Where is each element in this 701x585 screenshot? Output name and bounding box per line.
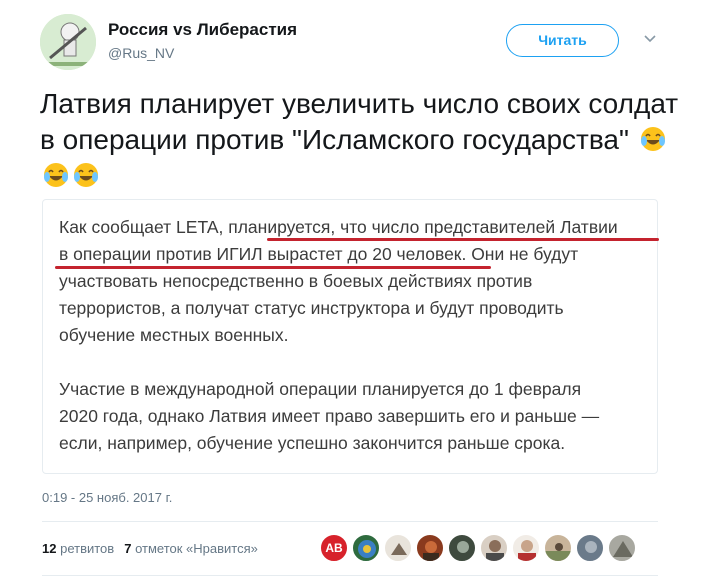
avatar-image-icon [457, 541, 469, 553]
likes-label: отметок «Нравится» [135, 541, 258, 556]
retweets-label: ретвитов [60, 541, 115, 556]
avatar-image-icon [585, 541, 597, 553]
red-underline [55, 266, 491, 269]
liker-avatar[interactable] [544, 534, 572, 562]
tweet-header: Россия vs Либерастия @Rus_NV Читать [40, 12, 680, 72]
quote-paragraph-1: Как сообщает LETA, планируется, что числ… [59, 214, 639, 349]
liker-avatar[interactable] [480, 534, 508, 562]
avatar-image-icon [545, 543, 571, 561]
avatar-image-icon [391, 543, 407, 555]
avatar-image-icon [40, 14, 96, 70]
quote-highlighted-text: планируется, что число представителей Ла… [228, 217, 618, 237]
tweet-timestamp[interactable]: 0:19 - 25 нояб. 2017 г. [42, 490, 172, 505]
quote-line: в операции против ИГИЛ вырастет до 20 че… [59, 241, 639, 268]
face-with-tears-of-joy-icon [640, 127, 665, 151]
likes-count: 7 [124, 541, 132, 556]
quote-paragraph-2: Участие в международной операции планиру… [59, 376, 639, 457]
tweet-stats: 12 ретвитов 7 отметок «Нравится» [42, 541, 258, 556]
quote-line: если, например, обучение успешно закончи… [59, 433, 566, 453]
divider [42, 521, 658, 522]
liker-avatar[interactable] [576, 534, 604, 562]
liker-avatar[interactable] [384, 534, 412, 562]
avatar-image-icon [358, 540, 376, 558]
avatar-image-icon [518, 540, 536, 561]
account-display-name[interactable]: Россия vs Либерастия [108, 20, 297, 40]
divider [42, 575, 658, 576]
account-handle[interactable]: @Rus_NV [108, 45, 297, 61]
quote-line: Как сообщает LETA, планируется, что числ… [59, 214, 639, 241]
quote-line: участвовать непосредственно в боевых дей… [59, 271, 533, 291]
tweet-text: Латвия планирует увеличить число своих с… [40, 86, 680, 194]
quote-line: террористов, а получат статус инструктор… [59, 298, 564, 318]
account-avatar[interactable] [40, 14, 96, 70]
red-underline [267, 238, 659, 241]
liker-avatar[interactable] [512, 534, 540, 562]
quote-line: Участие в международной операции планиру… [59, 379, 582, 399]
avatar-image-icon [613, 541, 633, 557]
liker-avatar[interactable] [416, 534, 444, 562]
liker-avatar[interactable]: AB [320, 534, 348, 562]
chevron-down-icon[interactable] [643, 32, 657, 46]
tweet-body: Латвия планирует увеличить число своих с… [40, 88, 679, 155]
avatar-image-icon [423, 541, 439, 561]
retweets-count: 12 [42, 541, 57, 556]
retweets-stat[interactable]: 12 ретвитов [42, 541, 114, 556]
quote-text: . Они не будут [461, 244, 579, 264]
avatar-image-icon [486, 540, 504, 561]
quote-text: Как сообщает LETA, [59, 217, 229, 237]
quote-line: 2020 года, однако Латвия имеет право зав… [59, 406, 600, 426]
account-names: Россия vs Либерастия @Rus_NV [108, 20, 297, 61]
follow-button[interactable]: Читать [506, 24, 619, 57]
face-with-tears-of-joy-icon [44, 163, 68, 187]
quote-highlighted-text: в операции против ИГИЛ вырастет до 20 че… [59, 244, 462, 264]
liker-avatar[interactable] [352, 534, 380, 562]
likes-stat[interactable]: 7 отметок «Нравится» [124, 541, 258, 556]
face-with-tears-of-joy-icon [74, 163, 98, 187]
liker-avatar[interactable] [608, 534, 636, 562]
quoted-image-card[interactable]: Как сообщает LETA, планируется, что числ… [42, 199, 659, 474]
liker-avatar[interactable] [448, 534, 476, 562]
quote-line: обучение местных военных. [59, 325, 289, 345]
